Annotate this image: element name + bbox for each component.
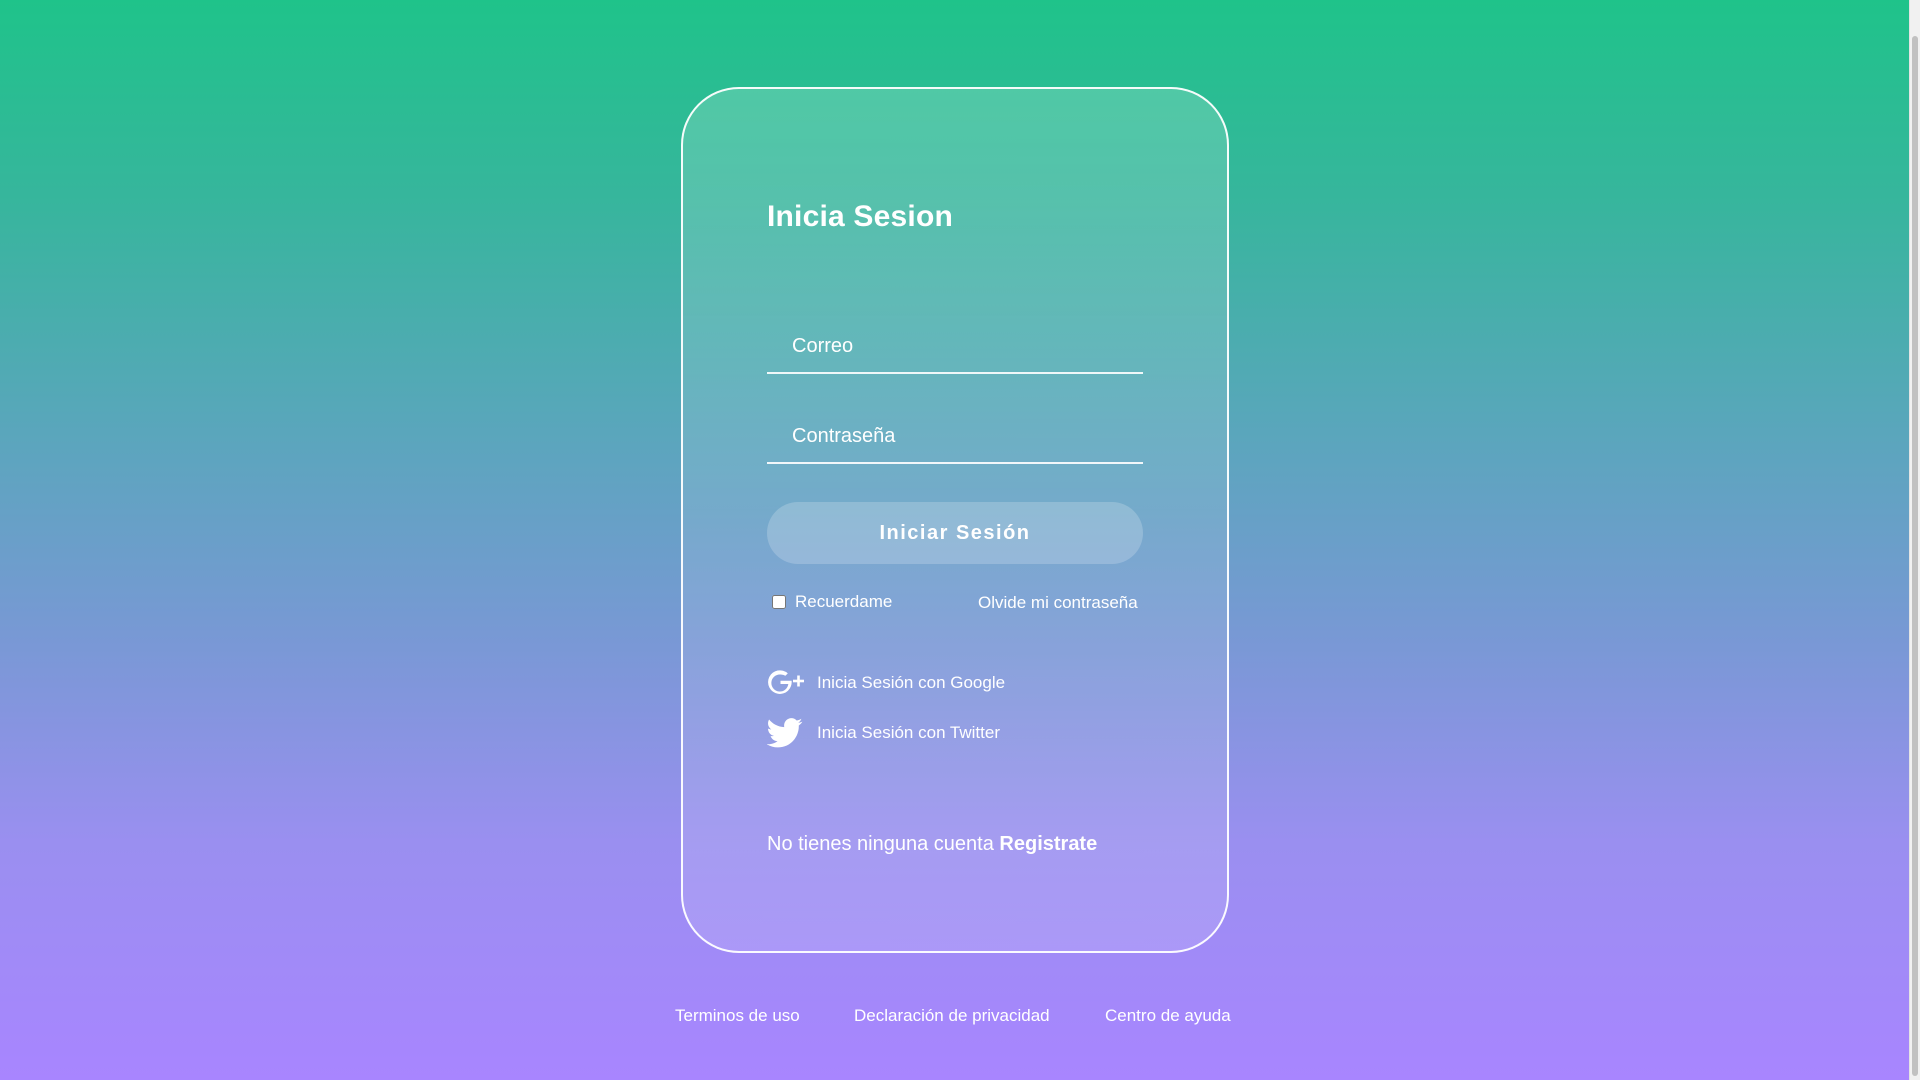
footer-help-link[interactable]: Centro de ayuda (1105, 1006, 1231, 1026)
google-login-label: Inicia Sesión con Google (817, 673, 1006, 692)
vertical-scrollbar[interactable] (1909, 0, 1920, 1080)
remember-me[interactable]: Recuerdame (772, 592, 892, 612)
twitter-login-link[interactable]: Inicia Sesión con Twitter (767, 717, 1000, 749)
twitter-bird-icon (767, 717, 805, 749)
scrollbar-thumb[interactable] (1912, 36, 1918, 1076)
google-plus-icon (767, 667, 805, 699)
remember-me-checkbox[interactable] (772, 595, 786, 609)
password-field[interactable] (767, 410, 1143, 462)
email-field[interactable] (767, 320, 1143, 372)
footer-privacy-link[interactable]: Declaración de privacidad (854, 1006, 1050, 1026)
footer-terms-link[interactable]: Terminos de uso (675, 1006, 800, 1026)
forgot-password-link[interactable]: Olvide mi contraseña (978, 593, 1138, 613)
signup-prompt: No tienes ninguna cuenta Registrate (767, 833, 1097, 856)
remember-me-label: Recuerdame (795, 592, 893, 611)
signup-prompt-text: No tienes ninguna cuenta (767, 833, 994, 855)
email-field-container (767, 320, 1143, 374)
login-title: Inicia Sesion (767, 200, 953, 233)
login-button[interactable]: Iniciar Sesión (767, 502, 1143, 564)
register-link[interactable]: Registrate (999, 833, 1097, 855)
password-field-container (767, 410, 1143, 464)
twitter-login-label: Inicia Sesión con Twitter (817, 723, 1000, 742)
google-login-link[interactable]: Inicia Sesión con Google (767, 667, 1005, 699)
